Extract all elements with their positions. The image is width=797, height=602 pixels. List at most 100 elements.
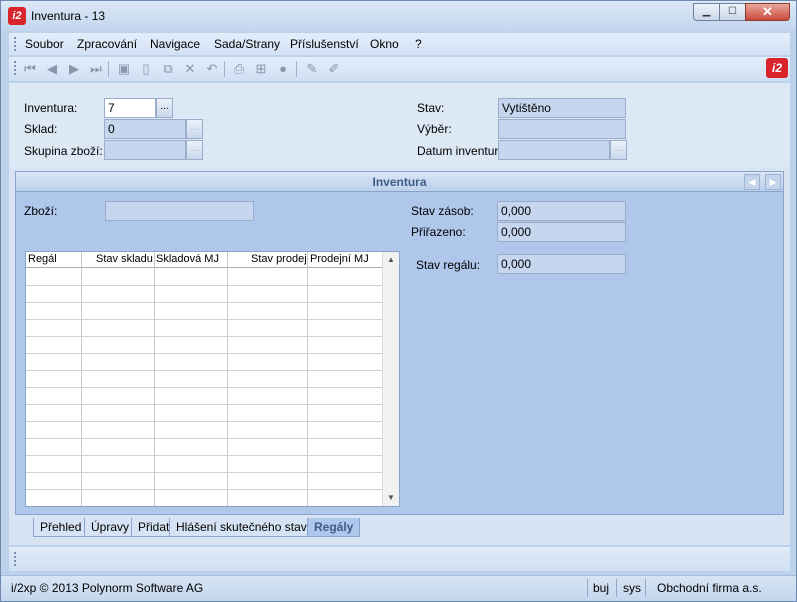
previous-record-icon[interactable]: ◀	[44, 61, 60, 77]
menu-bar: Soubor Zpracování Navigace Sada/Strany P…	[9, 33, 790, 55]
vyber-field[interactable]	[498, 119, 626, 139]
window-title: Inventura - 13	[31, 9, 106, 23]
undo-icon[interactable]: ↶	[204, 61, 220, 77]
prirazeno-label: Přiřazeno:	[411, 225, 466, 239]
maximize-button[interactable]: ☐	[719, 3, 746, 21]
inventura-lookup-button[interactable]: ...	[156, 98, 173, 118]
column-header-skladova-mj[interactable]: Skladová MJ	[156, 253, 219, 265]
toolbar-separator	[108, 61, 109, 77]
table-row[interactable]	[26, 472, 382, 473]
status-company: Obchodní firma a.s.	[657, 581, 762, 595]
zbozi-label: Zboží:	[24, 204, 58, 218]
stav-field: Vytištěno	[498, 98, 626, 118]
bottom-toolbar	[9, 547, 790, 571]
inventura-label: Inventura:	[24, 101, 78, 115]
sklad-input[interactable]: 0	[104, 119, 186, 139]
menu-help[interactable]: ?	[415, 37, 422, 51]
bottom-tabs: Přehled Úpravy Přidat Hlášení skutečného…	[15, 517, 784, 539]
tree-icon[interactable]: ⊞	[253, 61, 269, 77]
print-icon[interactable]: ⎙	[231, 61, 247, 77]
column-header-stav-prodej[interactable]: Stav prodej	[251, 253, 307, 265]
section-prev-icon[interactable]: ◀	[744, 174, 760, 190]
toolbar-separator	[224, 61, 225, 77]
table-row[interactable]	[26, 370, 382, 371]
main-content: Inventura: 7 ... Sklad: 0 ... Skupina zb…	[9, 83, 790, 545]
app-window: i2 Inventura - 13 ▁ ☐ ✕ Soubor Zpracován…	[0, 0, 797, 602]
column-header-prodejni-mj[interactable]: Prodejní MJ	[310, 253, 369, 265]
table-row[interactable]	[26, 404, 382, 405]
disc-icon[interactable]: ●	[275, 61, 291, 77]
table-row[interactable]	[26, 489, 382, 490]
table-row[interactable]	[26, 353, 382, 354]
stav-regalu-field: 0,000	[497, 254, 626, 274]
datum-inventury-label: Datum inventury:	[417, 144, 508, 158]
tab-upravy[interactable]: Úpravy	[84, 518, 137, 537]
menu-okno[interactable]: Okno	[370, 37, 399, 51]
close-button[interactable]: ✕	[745, 3, 790, 21]
next-record-icon[interactable]: ▶	[66, 61, 82, 77]
last-record-icon[interactable]: ⏭	[88, 61, 104, 77]
section-header: Inventura ◀ ▶	[16, 172, 783, 192]
minimize-button[interactable]: ▁	[693, 3, 720, 21]
menu-zpracovani[interactable]: Zpracování	[77, 37, 137, 51]
status-copyright: i/2xp © 2013 Polynorm Software AG	[11, 581, 204, 595]
skupina-zbozi-lookup-button[interactable]: ...	[186, 140, 203, 160]
window-controls: ▁ ☐ ✕	[693, 3, 790, 21]
menu-grip-icon[interactable]	[14, 37, 16, 51]
stav-regalu-label: Stav regálu:	[416, 258, 481, 272]
brand-logo-icon: i2	[766, 58, 788, 78]
skupina-zbozi-label: Skupina zboží:	[24, 144, 103, 158]
column-divider	[154, 252, 155, 506]
tab-regaly[interactable]: Regály	[307, 518, 361, 537]
grid-header: Regál Stav skladu Skladová MJ Stav prode…	[26, 252, 382, 268]
status-user: buj	[593, 581, 610, 595]
table-row[interactable]	[26, 387, 382, 388]
table-row[interactable]	[26, 285, 382, 286]
menu-prislusenstvi[interactable]: Příslušenství	[290, 37, 359, 51]
menu-soubor[interactable]: Soubor	[25, 37, 64, 51]
sklad-lookup-button[interactable]: ...	[186, 119, 203, 139]
table-row[interactable]	[26, 438, 382, 439]
scroll-up-icon[interactable]: ▲	[383, 253, 399, 267]
header-form: Inventura: 7 ... Sklad: 0 ... Skupina zb…	[9, 83, 790, 167]
section-next-icon[interactable]: ▶	[765, 174, 781, 190]
datum-inventury-button[interactable]: ...	[610, 140, 627, 160]
table-row[interactable]	[26, 336, 382, 337]
table-row[interactable]	[26, 455, 382, 456]
zbozi-input[interactable]	[105, 201, 254, 221]
edit-icon[interactable]: ✎	[304, 61, 320, 77]
bottom-grip-icon[interactable]	[14, 552, 16, 566]
table-row[interactable]	[26, 319, 382, 320]
column-header-regal[interactable]: Regál	[28, 253, 57, 265]
sklad-label: Sklad:	[24, 122, 58, 136]
toolbar-grip-icon[interactable]	[14, 61, 16, 75]
menu-sada-strany[interactable]: Sada/Strany	[214, 37, 280, 51]
status-bar: i/2xp © 2013 Polynorm Software AG buj sy…	[1, 575, 796, 601]
first-record-icon[interactable]: ⏮	[22, 61, 38, 77]
section-title: Inventura	[372, 175, 427, 189]
delete-icon[interactable]: ✕	[182, 61, 198, 77]
status-separator	[645, 579, 646, 597]
table-row[interactable]	[26, 302, 382, 303]
skupina-zbozi-input[interactable]	[104, 140, 186, 160]
new-icon[interactable]: ▯	[138, 61, 154, 77]
status-separator	[587, 579, 588, 597]
toolbar: ⏮ ◀ ▶ ⏭ ▣ ▯ ⧉ ✕ ↶ ⎙ ⊞ ● ✎ ✐ i2	[9, 57, 790, 81]
copy-icon[interactable]: ⧉	[160, 61, 176, 77]
tab-hlaseni-skutecneho-stavu[interactable]: Hlášení skutečného stavu	[169, 518, 321, 537]
status-separator	[616, 579, 617, 597]
edit-disabled-icon[interactable]: ✐	[326, 61, 342, 77]
column-header-stav-skladu[interactable]: Stav skladu	[96, 253, 153, 265]
inventura-section: Inventura ◀ ▶ Zboží: Stav zásob: 0,000 P…	[15, 171, 784, 515]
datum-inventury-field[interactable]	[498, 140, 610, 160]
scroll-down-icon[interactable]: ▼	[383, 491, 399, 505]
regaly-grid[interactable]: Regál Stav skladu Skladová MJ Stav prode…	[25, 251, 400, 507]
table-row[interactable]	[26, 421, 382, 422]
app-logo-icon: i2	[8, 7, 26, 25]
menu-navigace[interactable]: Navigace	[150, 37, 200, 51]
inventura-input[interactable]: 7	[104, 98, 156, 118]
stav-label: Stav:	[417, 101, 445, 115]
tab-prehled[interactable]: Přehled	[33, 518, 89, 537]
save-icon[interactable]: ▣	[116, 61, 132, 77]
grid-scrollbar[interactable]: ▲ ▼	[382, 252, 399, 506]
